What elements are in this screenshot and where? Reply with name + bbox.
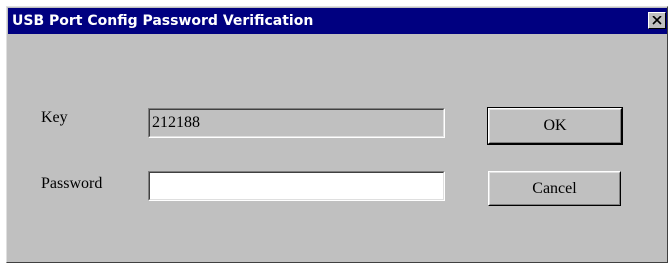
dialog-window: USB Port Config Password Verification Ke… — [6, 6, 668, 263]
key-field: 212188 — [148, 108, 445, 138]
close-icon — [652, 16, 662, 25]
cancel-button-label: Cancel — [532, 179, 577, 197]
close-button[interactable] — [648, 12, 666, 29]
password-input[interactable] — [149, 172, 444, 200]
ok-button[interactable]: OK — [487, 107, 623, 145]
cancel-button[interactable]: Cancel — [488, 171, 621, 206]
password-label: Password — [41, 175, 103, 192]
password-field[interactable] — [148, 171, 445, 201]
title-bar[interactable]: USB Port Config Password Verification — [8, 8, 667, 34]
ok-button-label: OK — [543, 117, 567, 134]
key-label: Key — [41, 109, 68, 126]
window-title: USB Port Config Password Verification — [12, 13, 314, 29]
key-value: 212188 — [149, 109, 444, 137]
